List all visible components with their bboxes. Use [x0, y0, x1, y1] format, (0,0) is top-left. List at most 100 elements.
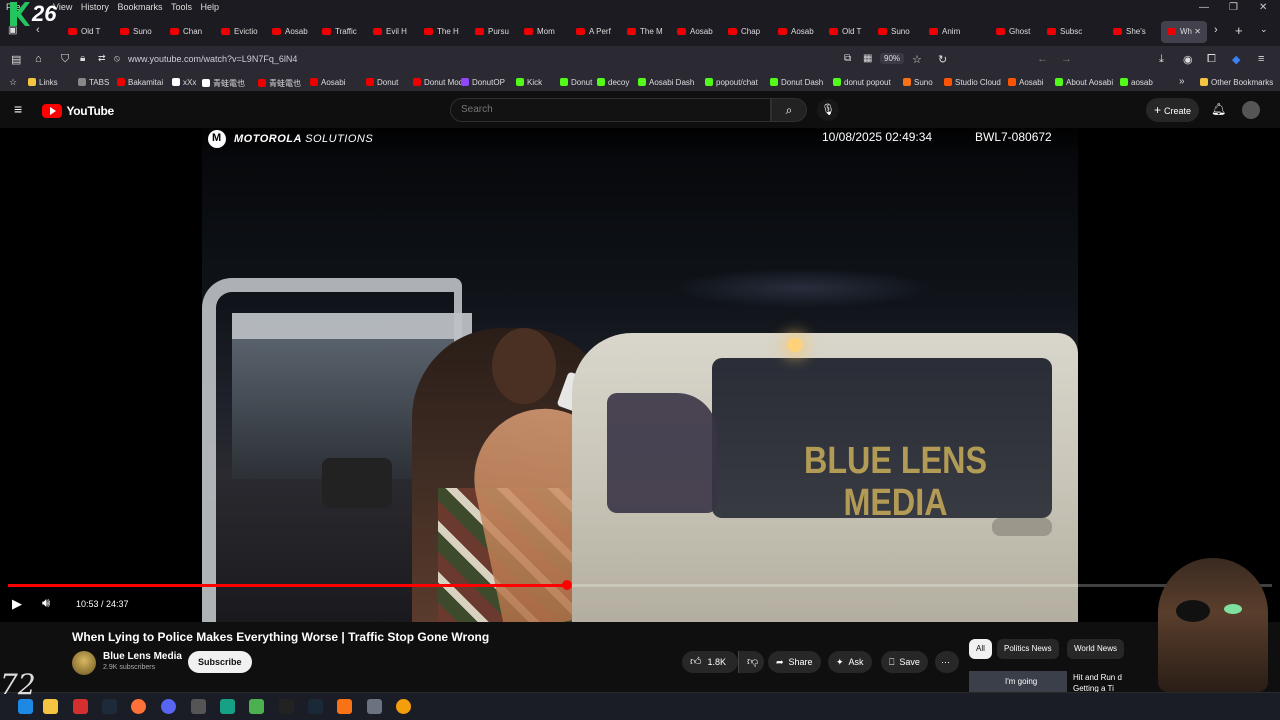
bookmark-item[interactable]: Aosabi Dash	[638, 78, 694, 87]
forward-icon[interactable]: →	[1061, 53, 1072, 65]
browser-tab[interactable]: A Perf	[576, 25, 611, 39]
channel-name[interactable]: Blue Lens Media	[103, 651, 182, 662]
video-player[interactable]: MOTOROLA SOLUTIONS 10/08/2025 02:49:34 B…	[0, 128, 1280, 622]
browser-tab[interactable]: Suno	[878, 25, 910, 39]
picture-in-picture-icon[interactable]: ⧉	[844, 53, 851, 64]
browser-tab[interactable]: Subsc	[1047, 25, 1082, 39]
ask-button[interactable]: ✦ Ask	[828, 651, 872, 673]
menu-help[interactable]: Help	[201, 0, 220, 15]
permissions-icon[interactable]: ⇄	[98, 53, 106, 64]
browser-tab[interactable]: Anim	[929, 25, 960, 39]
shield-icon[interactable]: ⛉	[61, 53, 69, 66]
maximize-icon[interactable]: ❐	[1229, 2, 1238, 13]
progress-bar[interactable]	[8, 580, 1272, 590]
game-icon[interactable]	[191, 699, 206, 714]
create-button[interactable]: + Create	[1146, 98, 1200, 122]
sidebar-icon[interactable]: ▤	[11, 53, 21, 66]
recommended-thumbnail[interactable]: I'm going	[969, 671, 1067, 693]
chip-world-news[interactable]: World News	[1067, 639, 1124, 659]
discord-icon[interactable]	[161, 699, 176, 714]
downloads-icon[interactable]: ⤓	[1159, 53, 1164, 66]
app-icon[interactable]	[73, 699, 88, 714]
steam-alt-icon[interactable]	[308, 699, 323, 714]
recommended-title[interactable]: Hit and Run d Getting a Ti	[1073, 672, 1133, 694]
browser-tab[interactable]: Ghost	[996, 25, 1030, 39]
bookmark-item[interactable]: DonutOP	[461, 78, 505, 87]
steam-icon[interactable]	[102, 699, 117, 714]
home-icon[interactable]: ⌂	[35, 53, 42, 65]
browser-tab[interactable]: Suno	[120, 25, 152, 39]
list-all-tabs-icon[interactable]: ⌄	[1260, 24, 1268, 35]
share-button[interactable]: ➦ Share	[768, 651, 821, 673]
browser-tab[interactable]: Traffic	[322, 25, 357, 39]
extension-icon[interactable]: ◆	[1232, 53, 1240, 66]
firefox-icon[interactable]	[131, 699, 146, 714]
browser-tab[interactable]: Aosab	[272, 25, 308, 39]
minimize-icon[interactable]: —	[1199, 2, 1209, 13]
bookmark-item[interactable]: decoy	[597, 78, 629, 87]
bookmark-item[interactable]: Aosabi	[310, 78, 345, 87]
more-actions-icon[interactable]: ⋯	[935, 651, 959, 673]
microphone-icon[interactable]: 🎙︎	[817, 99, 839, 121]
browser-tab[interactable]: Pursu	[475, 25, 509, 39]
notepad-icon[interactable]	[249, 699, 264, 714]
play-icon[interactable]: ▶	[12, 596, 22, 612]
zoom-level[interactable]: 90%	[880, 53, 905, 64]
bookmark-item[interactable]: TABS	[78, 78, 109, 87]
user-avatar[interactable]	[1242, 101, 1260, 119]
bookmark-item[interactable]: Donut	[560, 78, 592, 87]
search-app-icon[interactable]	[396, 699, 411, 714]
search-input[interactable]	[451, 99, 770, 120]
file-explorer-icon[interactable]	[43, 699, 58, 714]
guide-menu-icon[interactable]: ≡	[14, 101, 22, 117]
bookmark-item[interactable]: Studio Cloud	[944, 78, 1001, 87]
extensions-icon[interactable]: ⧠	[1207, 53, 1216, 66]
browser-tab[interactable]: Mom	[524, 25, 555, 39]
screenshot-icon[interactable]: ▦	[863, 53, 872, 64]
bookmark-item[interactable]: Donut	[366, 78, 398, 87]
bookmark-item[interactable]: Suno	[903, 78, 933, 87]
more-bookmarks-icon[interactable]: »	[1179, 76, 1185, 87]
chat-app-icon[interactable]	[220, 699, 235, 714]
menu-bookmarks[interactable]: Bookmarks	[117, 0, 162, 15]
bookmark-item[interactable]: Bakamitai	[117, 78, 163, 87]
autoplay-blocked-icon[interactable]: ⦸	[114, 53, 120, 64]
browser-tab[interactable]: Chap	[728, 25, 760, 39]
start-icon[interactable]	[18, 699, 33, 714]
bookmark-item[interactable]: 青蛙電也	[202, 78, 245, 89]
subscribe-button[interactable]: Subscribe	[188, 651, 252, 673]
manage-bookmarks-icon[interactable]: ☆	[9, 77, 17, 88]
browser-tab[interactable]: Evil H	[373, 25, 407, 39]
url-field[interactable]: www.youtube.com/watch?v=L9N7Fq_6lN4	[128, 54, 297, 64]
new-tab-icon[interactable]: +	[1235, 23, 1243, 38]
vlc-icon[interactable]	[337, 699, 352, 714]
browser-tab[interactable]: She's	[1113, 25, 1146, 39]
back-icon[interactable]: ←	[1037, 53, 1048, 65]
bookmark-item[interactable]: popout/chat	[705, 78, 758, 87]
browser-tab[interactable]: The H	[424, 25, 459, 39]
bookmark-item[interactable]: xXx	[172, 78, 196, 87]
close-tab-icon[interactable]: ✕	[1192, 27, 1201, 36]
launcher-icon[interactable]	[279, 699, 294, 714]
browser-tab[interactable]: Aosab	[778, 25, 814, 39]
bookmark-item[interactable]: About Aosabi	[1055, 78, 1113, 87]
menu-tools[interactable]: Tools	[171, 0, 192, 15]
bookmark-star-icon[interactable]: ☆	[912, 53, 922, 66]
bookmark-item[interactable]: Kick	[516, 78, 542, 87]
browser-tab[interactable]: Old T	[829, 25, 861, 39]
youtube-logo[interactable]: YouTube	[42, 102, 114, 118]
menu-history[interactable]: History	[81, 0, 109, 15]
reload-icon[interactable]: ↻	[938, 53, 947, 66]
bookmark-item[interactable]: Links	[28, 78, 58, 87]
dislike-button[interactable]: 👎︎	[738, 651, 764, 673]
bookmark-item[interactable]: Donut Mod	[413, 78, 463, 87]
bookmark-item[interactable]: 青蛙電也	[258, 78, 301, 89]
volume-icon[interactable]: 🔊︎	[42, 595, 50, 611]
chip-all[interactable]: All	[969, 639, 992, 659]
app-menu-icon[interactable]: ≡	[1258, 53, 1264, 65]
bookmark-item[interactable]: Other Bookmarks	[1200, 78, 1273, 87]
browser-tab[interactable]: Evictio	[221, 25, 258, 39]
scrubber-handle[interactable]	[561, 580, 572, 590]
browser-tab[interactable]: Aosab	[677, 25, 713, 39]
bookmark-item[interactable]: aosab	[1120, 78, 1153, 87]
